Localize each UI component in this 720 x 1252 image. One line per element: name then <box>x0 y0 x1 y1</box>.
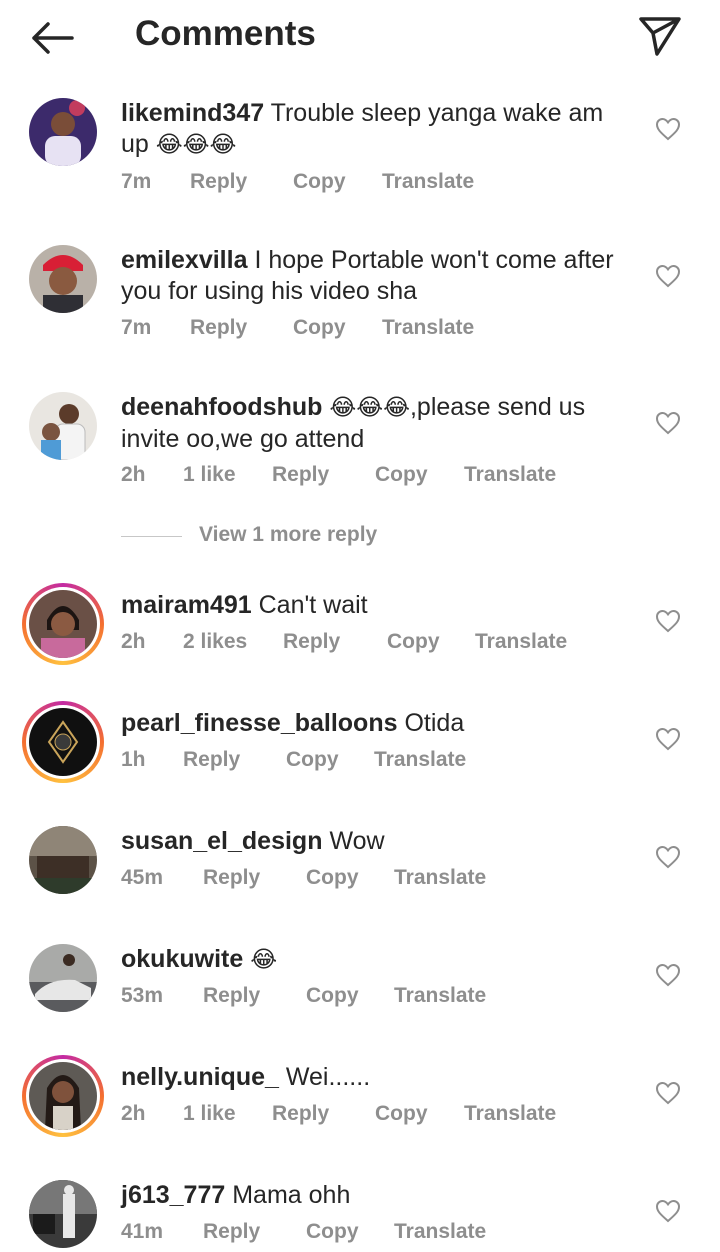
copy-button[interactable]: Copy <box>306 1220 359 1244</box>
comment-body: Can't wait <box>258 591 368 619</box>
paper-plane-icon <box>639 17 681 56</box>
copy-button[interactable]: Copy <box>286 748 339 772</box>
divider <box>121 536 182 537</box>
avatar[interactable] <box>29 98 97 166</box>
comment-time: 2h <box>121 1102 146 1125</box>
like-count[interactable]: 2 likes <box>183 630 247 654</box>
comment-username[interactable]: nelly.unique_ <box>121 1063 279 1091</box>
arrow-left-icon <box>32 22 74 54</box>
comment-text: emilexvilla I hope Portable won't come a… <box>121 245 636 307</box>
reply-button[interactable]: Reply <box>272 1102 329 1126</box>
translate-button[interactable]: Translate <box>464 463 556 487</box>
comment-username[interactable]: okukuwite <box>121 945 243 973</box>
comment-time: 2h <box>121 630 146 653</box>
heart-icon[interactable] <box>655 1081 681 1105</box>
copy-button[interactable]: Copy <box>387 630 440 654</box>
reply-button[interactable]: Reply <box>203 866 260 890</box>
copy-button[interactable]: Copy <box>375 1102 428 1126</box>
heart-icon[interactable] <box>655 411 681 435</box>
comment-text: likemind347 Trouble sleep yanga wake am … <box>121 98 636 161</box>
comment-username[interactable]: emilexvilla <box>121 246 247 274</box>
avatar[interactable] <box>22 1055 104 1137</box>
comment-text: deenahfoodshub 😂😂😂,please send us invite… <box>121 392 636 455</box>
avatar[interactable] <box>29 826 97 894</box>
comment-time: 1h <box>121 748 146 771</box>
reply-button[interactable]: Reply <box>203 1220 260 1244</box>
copy-button[interactable]: Copy <box>375 463 428 487</box>
reply-button[interactable]: Reply <box>190 170 247 194</box>
comment-time: 7m <box>121 316 152 339</box>
back-button[interactable] <box>28 18 76 58</box>
translate-button[interactable]: Translate <box>394 866 486 890</box>
heart-icon[interactable] <box>655 845 681 869</box>
reply-button[interactable]: Reply <box>283 630 340 654</box>
translate-button[interactable]: Translate <box>394 984 486 1008</box>
comment-text: j613_777 Mama ohh <box>121 1180 636 1211</box>
comment-text: pearl_finesse_balloons Otida <box>121 708 636 739</box>
copy-button[interactable]: Copy <box>306 866 359 890</box>
like-count[interactable]: 1 like <box>183 463 236 487</box>
comment-emoji: 😂😂😂 <box>155 132 237 158</box>
translate-button[interactable]: Translate <box>475 630 567 654</box>
copy-button[interactable]: Copy <box>293 316 346 340</box>
comment-emoji: 😂 <box>250 947 278 973</box>
comment-body: Wow <box>329 827 385 855</box>
copy-button[interactable]: Copy <box>293 170 346 194</box>
comment-time: 53m <box>121 984 164 1007</box>
comment-text: mairam491 Can't wait <box>121 590 636 621</box>
translate-button[interactable]: Translate <box>464 1102 556 1126</box>
comment-username[interactable]: likemind347 <box>121 99 264 127</box>
translate-button[interactable]: Translate <box>382 170 474 194</box>
translate-button[interactable]: Translate <box>374 748 466 772</box>
avatar[interactable] <box>22 701 104 783</box>
heart-icon[interactable] <box>655 264 681 288</box>
comment-username[interactable]: mairam491 <box>121 591 252 619</box>
translate-button[interactable]: Translate <box>382 316 474 340</box>
copy-button[interactable]: Copy <box>306 984 359 1008</box>
page-title: Comments <box>135 14 316 53</box>
comment-username[interactable]: pearl_finesse_balloons <box>121 709 398 737</box>
heart-icon[interactable] <box>655 727 681 751</box>
reply-button[interactable]: Reply <box>203 984 260 1008</box>
avatar[interactable] <box>22 583 104 665</box>
heart-icon[interactable] <box>655 963 681 987</box>
reply-button[interactable]: Reply <box>183 748 240 772</box>
share-button[interactable] <box>636 14 684 58</box>
heart-icon[interactable] <box>655 609 681 633</box>
comment-body: Mama ohh <box>232 1181 351 1209</box>
comment-time: 45m <box>121 866 164 889</box>
header-bar: Comments <box>0 0 720 76</box>
reply-button[interactable]: Reply <box>272 463 329 487</box>
reply-button[interactable]: Reply <box>190 316 247 340</box>
comment-body: Wei...... <box>285 1063 371 1091</box>
comment-username[interactable]: j613_777 <box>121 1181 225 1209</box>
comment-username[interactable]: deenahfoodshub <box>121 393 322 421</box>
comment-time: 7m <box>121 170 152 193</box>
avatar[interactable] <box>29 245 97 313</box>
comment-time: 2h <box>121 463 146 486</box>
comment-emoji: 😂😂😂 <box>329 395 410 421</box>
comment-text: nelly.unique_ Wei...... <box>121 1062 636 1093</box>
heart-icon[interactable] <box>655 1199 681 1223</box>
avatar[interactable] <box>29 392 97 460</box>
comment-username[interactable]: susan_el_design <box>121 827 322 855</box>
heart-icon[interactable] <box>655 117 681 141</box>
translate-button[interactable]: Translate <box>394 1220 486 1244</box>
avatar[interactable] <box>29 944 97 1012</box>
avatar[interactable] <box>29 1180 97 1248</box>
comment-body: Otida <box>404 709 465 737</box>
view-more-label[interactable]: View 1 more reply <box>199 523 377 547</box>
comment-text: okukuwite 😂 <box>121 944 636 976</box>
comment-time: 41m <box>121 1220 164 1243</box>
comment-text: susan_el_design Wow <box>121 826 636 857</box>
like-count[interactable]: 1 like <box>183 1102 236 1126</box>
